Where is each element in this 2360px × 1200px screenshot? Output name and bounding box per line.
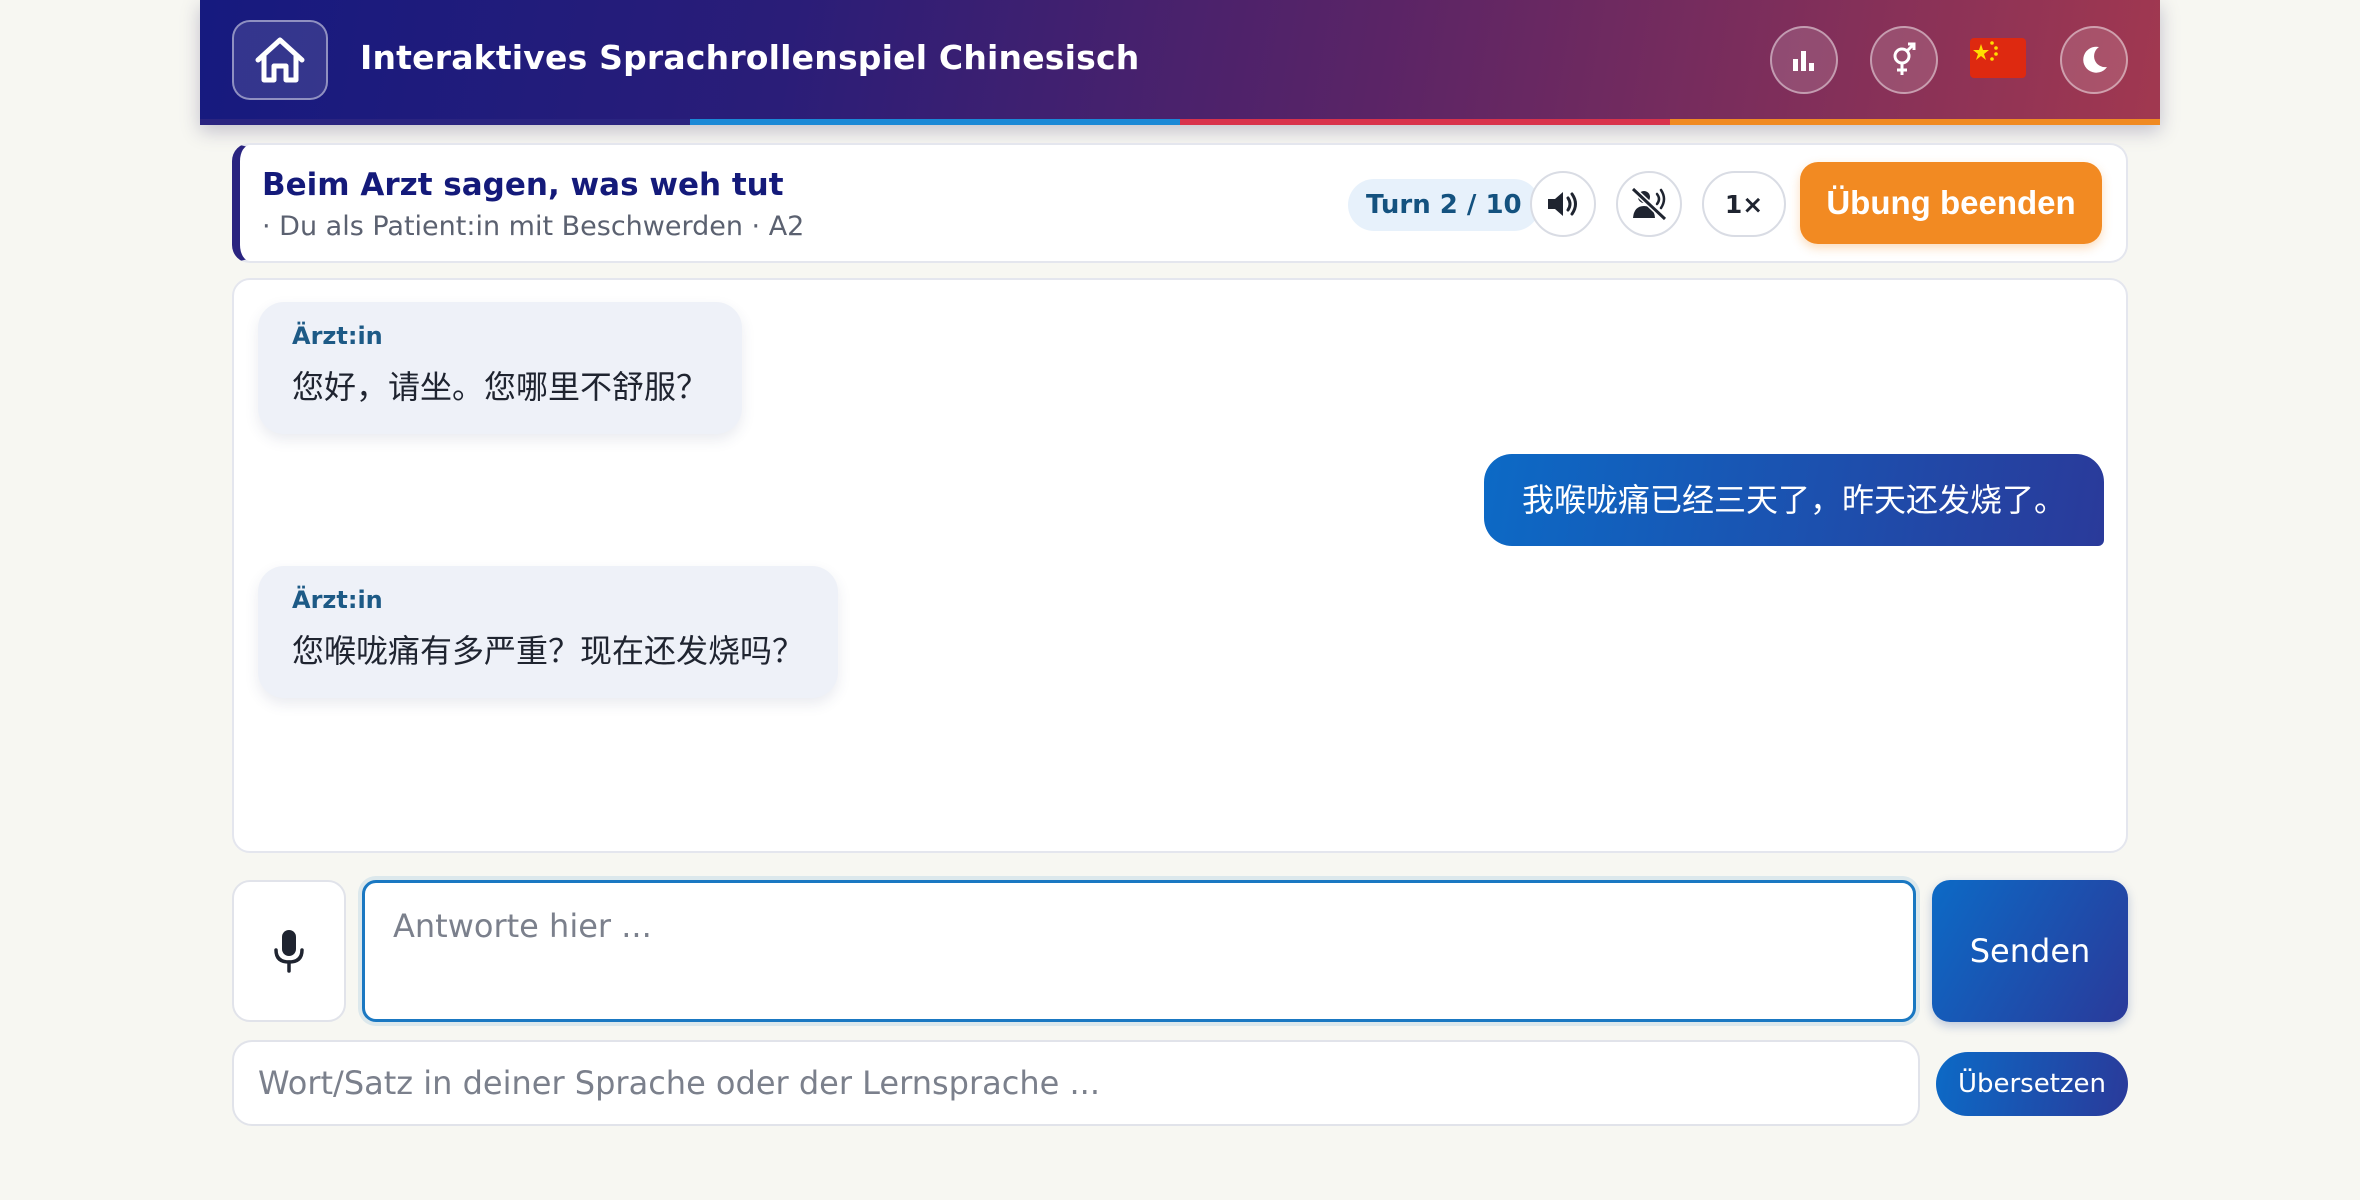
stats-button[interactable] bbox=[1770, 26, 1838, 94]
mute-voice-icon bbox=[1630, 186, 1668, 222]
header-color-strip bbox=[200, 119, 2160, 125]
app-header: Interaktives Sprachrollenspiel Chinesisc… bbox=[200, 0, 2160, 125]
home-button[interactable] bbox=[232, 20, 328, 100]
gender-icon bbox=[1893, 42, 1916, 75]
home-icon bbox=[255, 37, 305, 83]
send-button[interactable]: Senden bbox=[1932, 880, 2128, 1022]
microphone-button[interactable] bbox=[232, 880, 346, 1022]
app-title: Interaktives Sprachrollenspiel Chinesisc… bbox=[360, 38, 1140, 77]
end-exercise-button[interactable]: Übung beenden bbox=[1800, 162, 2102, 244]
moon-icon bbox=[2083, 46, 2107, 73]
message-text: 您好，请坐。您哪里不舒服？ bbox=[292, 368, 709, 406]
message-speaker: Ärzt:in bbox=[292, 586, 383, 614]
strip-segment bbox=[1180, 119, 1670, 125]
strip-segment bbox=[690, 119, 1180, 125]
strip-segment bbox=[1670, 119, 2160, 125]
turn-badge: Turn 2 / 10 bbox=[1348, 179, 1540, 231]
chat-panel[interactable]: Ärzt:in 您好，请坐。您哪里不舒服？ 我喉咙痛已经三天了，昨天还发烧了。 … bbox=[232, 278, 2128, 853]
playback-speed-button[interactable]: 1× bbox=[1702, 171, 1786, 237]
scenario-title: Beim Arzt sagen, was weh tut bbox=[262, 167, 784, 203]
theme-toggle-button[interactable] bbox=[2060, 26, 2128, 94]
translate-input[interactable] bbox=[232, 1040, 1920, 1126]
bot-message: Ärzt:in 您喉咙痛有多严重？现在还发烧吗？ bbox=[258, 566, 839, 698]
scenario-bar: Beim Arzt sagen, was weh tut · Du als Pa… bbox=[232, 143, 2128, 263]
bar-chart-icon bbox=[1793, 51, 1814, 71]
speaker-icon bbox=[1548, 192, 1577, 216]
bot-message: Ärzt:in 您好，请坐。您哪里不舒服？ bbox=[258, 302, 743, 434]
strip-segment bbox=[200, 119, 690, 125]
scenario-subtitle: · Du als Patient:in mit Beschwerden · A2 bbox=[262, 211, 805, 242]
language-flag-button[interactable] bbox=[1970, 38, 2026, 78]
read-aloud-button[interactable] bbox=[1530, 171, 1596, 237]
user-message: 我喉咙痛已经三天了，昨天还发烧了。 bbox=[1483, 454, 2104, 546]
message-text: 您喉咙痛有多严重？现在还发烧吗？ bbox=[292, 632, 805, 670]
microphone-icon bbox=[274, 930, 304, 973]
answer-input[interactable] bbox=[362, 880, 1916, 1022]
auto-speak-toggle-button[interactable] bbox=[1616, 171, 1682, 237]
message-speaker: Ärzt:in bbox=[292, 322, 383, 350]
gender-button[interactable] bbox=[1870, 26, 1938, 94]
china-flag-icon bbox=[1970, 38, 2026, 78]
translate-button[interactable]: Übersetzen bbox=[1936, 1052, 2128, 1116]
